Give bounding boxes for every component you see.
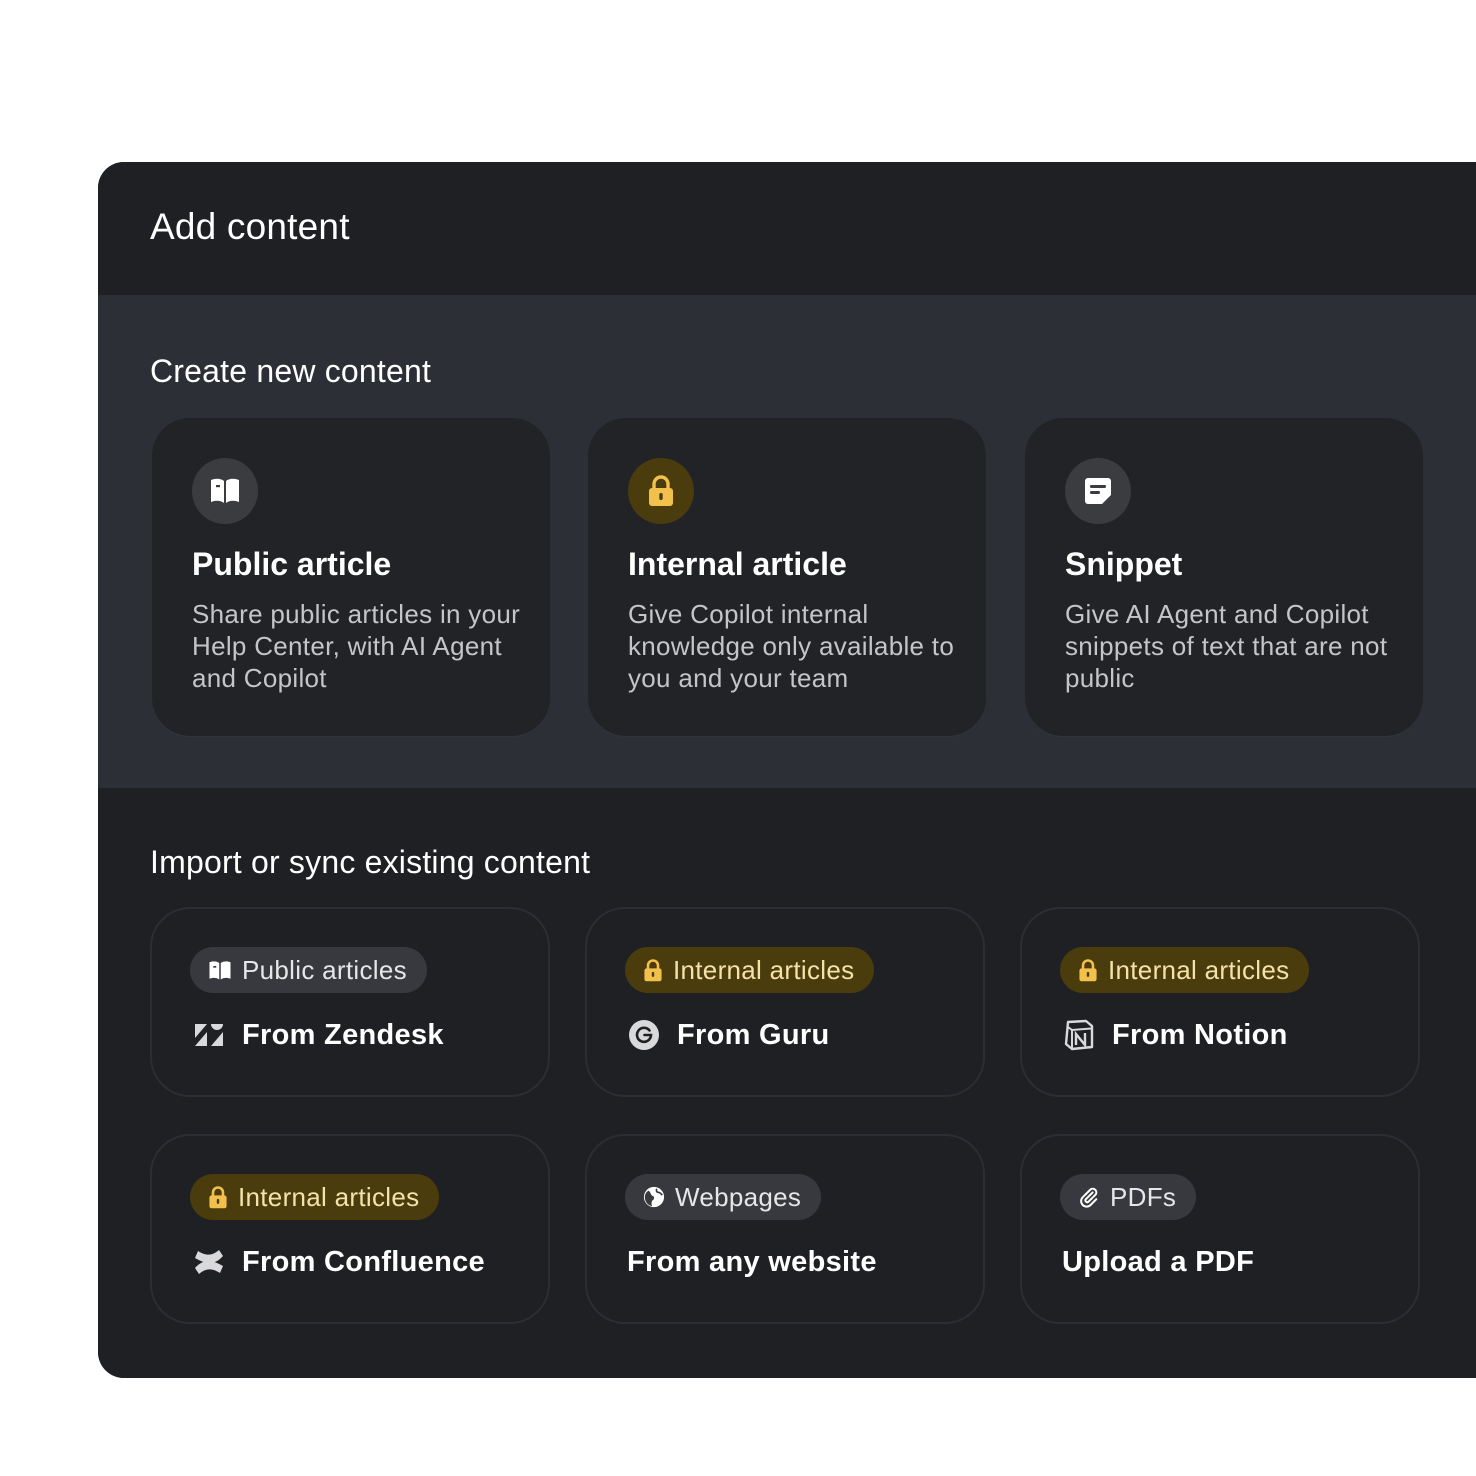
card-description: Share public articles in your Help Cente… (192, 599, 521, 693)
internal-articles-badge: Internal articles (1060, 947, 1310, 993)
card-title: Internal article (628, 546, 847, 582)
source-row: From Zendesk (192, 1015, 444, 1055)
badge-label: Internal articles (238, 1181, 420, 1212)
paperclip-icon (1080, 1187, 1098, 1208)
panel-header: Add content (98, 162, 1476, 295)
import-pdf-card[interactable]: PDFs Upload a PDF (1020, 1134, 1420, 1324)
source-row: From any website (627, 1242, 877, 1282)
source-label: From any website (627, 1245, 877, 1278)
lock-icon (644, 958, 662, 981)
import-zendesk-card[interactable]: Public articles From Zendesk (150, 907, 550, 1097)
import-notion-card[interactable]: Internal articles From Notion (1020, 907, 1420, 1097)
book-icon (192, 458, 258, 524)
add-content-panel: Add content Create new content Public ar… (98, 162, 1476, 1378)
import-section-title: Import or sync existing content (150, 844, 591, 880)
guru-logo-icon (627, 1018, 661, 1052)
zendesk-logo-icon (192, 1018, 226, 1052)
book-icon (209, 960, 231, 979)
internal-articles-badge: Internal articles (190, 1174, 440, 1220)
internal-article-card[interactable]: Internal article Give Copilot internal k… (588, 418, 986, 736)
import-confluence-card[interactable]: Internal articles From Confluence (150, 1134, 550, 1324)
create-section-title: Create new content (150, 353, 432, 389)
public-article-card[interactable]: Public article Share public articles in … (152, 418, 550, 736)
source-row: Upload a PDF (1062, 1242, 1254, 1282)
badge-label: PDFs (1110, 1181, 1177, 1212)
source-label: Upload a PDF (1062, 1245, 1255, 1278)
source-row: From Notion (1062, 1015, 1288, 1055)
notion-logo-icon (1062, 1018, 1096, 1052)
source-label: From Zendesk (242, 1018, 444, 1051)
badge-label: Internal articles (673, 954, 855, 985)
import-guru-card[interactable]: Internal articles From Guru (585, 907, 985, 1097)
card-title: Snippet (1065, 546, 1183, 582)
lock-icon (1079, 958, 1097, 981)
card-title: Public article (192, 546, 392, 582)
pdfs-badge: PDFs (1060, 1174, 1197, 1220)
source-row: From Guru (627, 1015, 830, 1055)
source-label: From Confluence (242, 1245, 485, 1278)
badge-label: Webpages (675, 1181, 802, 1212)
source-row: From Confluence (192, 1242, 485, 1282)
globe-icon (643, 1186, 665, 1208)
import-sync-section: Import or sync existing content Public a… (98, 788, 1476, 1378)
import-website-card[interactable]: Webpages From any website (585, 1134, 985, 1324)
confluence-logo-icon (192, 1245, 226, 1279)
card-description: Give AI Agent and Copilot snippets of te… (1065, 599, 1388, 693)
create-new-content-section: Create new content Public article Share … (98, 295, 1476, 788)
source-label: From Notion (1112, 1018, 1288, 1051)
panel-title: Add content (150, 206, 350, 247)
public-articles-badge: Public articles (190, 947, 427, 993)
snippet-card[interactable]: Snippet Give AI Agent and Copilot snippe… (1025, 418, 1423, 736)
card-description: Give Copilot internal knowledge only ava… (628, 599, 955, 693)
lock-icon (628, 458, 694, 524)
lock-icon (209, 1185, 227, 1208)
source-label: From Guru (677, 1018, 830, 1051)
internal-articles-badge: Internal articles (625, 947, 875, 993)
webpages-badge: Webpages (625, 1174, 822, 1220)
snippet-icon (1065, 458, 1131, 524)
badge-label: Public articles (242, 954, 407, 985)
badge-label: Internal articles (1108, 954, 1290, 985)
